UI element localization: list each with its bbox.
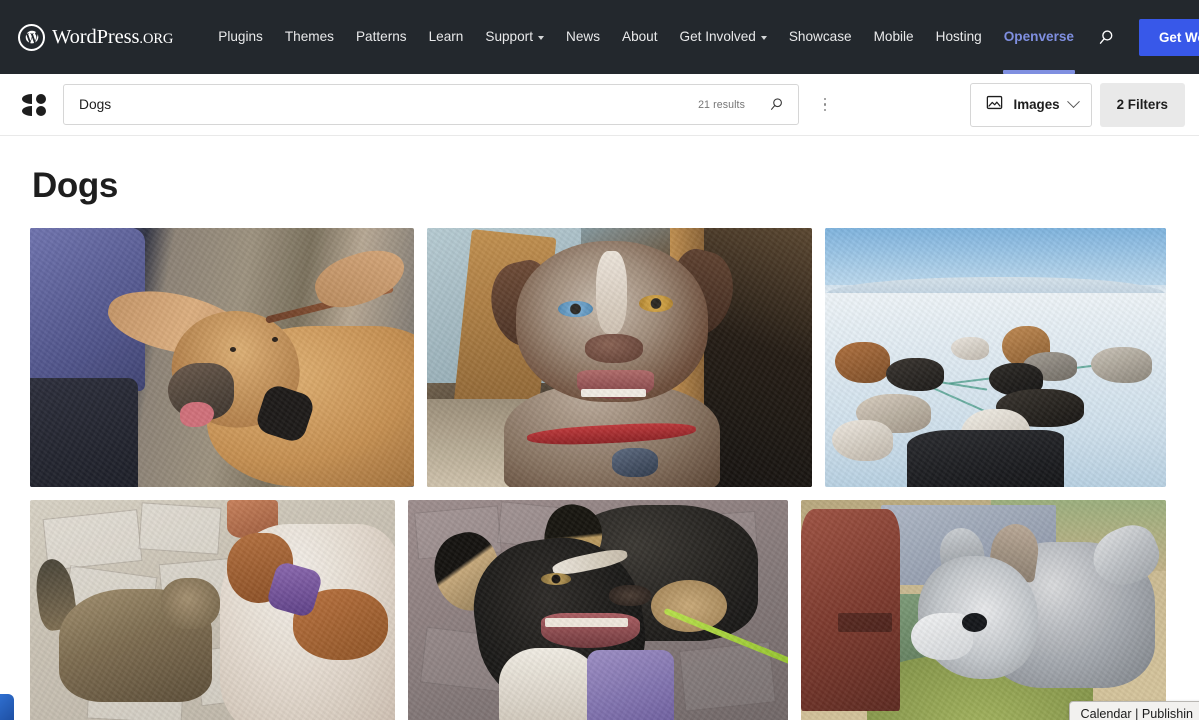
header-actions: Get WordPress — [1085, 16, 1199, 58]
nav-item-themes[interactable]: Themes — [274, 0, 345, 74]
logo-shape-half-2 — [22, 105, 32, 116]
taskbar-tooltip: Calendar | Publishin — [1068, 701, 1199, 720]
page-title: Dogs — [32, 166, 118, 205]
filters-button[interactable]: 2 Filters — [1099, 82, 1185, 127]
logo-shape-circle-1 — [36, 93, 46, 104]
content-type-label: Images — [1013, 97, 1060, 112]
image-icon — [985, 93, 1004, 117]
nav-item-patterns[interactable]: Patterns — [345, 0, 418, 74]
nav-label: Themes — [284, 29, 334, 45]
kebab-dot — [823, 97, 827, 101]
openverse-logo-icon[interactable] — [22, 93, 48, 116]
nav-label: Mobile — [873, 29, 914, 45]
kebab-dot — [823, 103, 827, 106]
wordmark-suffix: .ORG — [139, 31, 174, 48]
wordpress-global-header: WordPress.ORG Plugins Themes Patterns Le… — [0, 0, 1199, 74]
nav-label: Showcase — [788, 29, 852, 45]
nav-item-openverse[interactable]: Openverse — [993, 0, 1085, 74]
nav-item-about[interactable]: About — [611, 0, 669, 74]
result-image-1[interactable]: Person in purple shirt petting a large t… — [30, 228, 414, 487]
nav-item-hosting[interactable]: Hosting — [925, 0, 993, 74]
global-search-icon[interactable] — [1085, 16, 1127, 58]
nav-item-plugins[interactable]: Plugins — [207, 0, 274, 74]
image-art — [825, 228, 1166, 487]
image-art — [30, 228, 414, 487]
global-nav: Plugins Themes Patterns Learn Support Ne… — [207, 0, 1085, 74]
nav-item-mobile[interactable]: Mobile — [863, 0, 925, 74]
nav-item-support[interactable]: Support — [474, 0, 555, 74]
result-image-3[interactable]: Team of sled dogs resting on snow-covere… — [825, 228, 1166, 487]
openverse-search-bar: 21 results Images 2 Filters — [0, 74, 1199, 136]
chevron-down-icon — [538, 36, 544, 40]
chevron-down-icon — [1066, 95, 1080, 109]
nav-label: Openverse — [1003, 29, 1074, 45]
nav-item-showcase[interactable]: Showcase — [778, 0, 863, 74]
image-art — [30, 500, 395, 720]
search-bar-controls: Images 2 Filters — [970, 82, 1185, 127]
result-image-5[interactable]: Black and tan dog with purple harness an… — [408, 500, 788, 720]
logo-shape-half-1 — [22, 93, 32, 104]
image-art — [427, 228, 812, 487]
nav-label: Support — [485, 29, 533, 45]
nav-label: About — [622, 29, 658, 45]
nav-label: Hosting — [935, 29, 982, 45]
nav-label: Learn — [428, 29, 464, 45]
search-field-wrapper: 21 results — [63, 84, 799, 125]
logo-shape-circle-2 — [36, 105, 46, 116]
search-input[interactable] — [79, 85, 699, 124]
result-image-6[interactable]: Toy husky figurine beside a red toy mail… — [801, 500, 1166, 720]
results-count-label: 21 results — [698, 98, 745, 111]
nav-item-get-involved[interactable]: Get Involved — [669, 0, 778, 74]
wordpress-w-icon — [18, 23, 45, 51]
get-wordpress-button[interactable]: Get WordPress — [1139, 18, 1199, 56]
results-grid: Person in purple shirt petting a large t… — [30, 228, 1169, 720]
kebab-dot — [823, 108, 827, 112]
result-image-2[interactable]: Close-up portrait of a merle Catahoula d… — [427, 228, 812, 487]
nav-label: Plugins — [218, 29, 263, 45]
chevron-down-icon — [760, 36, 767, 40]
wordpress-wordmark: WordPress.ORG — [52, 26, 173, 48]
result-image-4[interactable]: Tabby cat and brown-and-white spaniel me… — [30, 500, 395, 720]
wordmark-text: WordPress — [52, 26, 140, 49]
nav-label: Get Involved — [679, 29, 756, 45]
image-art — [801, 500, 1166, 720]
content-type-select[interactable]: Images — [970, 82, 1092, 127]
wordpress-logo-link[interactable]: WordPress.ORG — [18, 23, 173, 51]
image-art — [408, 500, 788, 720]
nav-item-learn[interactable]: Learn — [418, 0, 475, 74]
desktop-corner-indicator — [0, 694, 14, 720]
search-submit-icon[interactable] — [757, 86, 795, 123]
nav-label: News — [566, 29, 600, 45]
search-results: Dogs Person in purple shirt petting a la… — [0, 166, 1199, 720]
more-options-icon[interactable] — [808, 85, 842, 125]
nav-label: Patterns — [355, 29, 407, 45]
nav-item-news[interactable]: News — [555, 0, 611, 74]
